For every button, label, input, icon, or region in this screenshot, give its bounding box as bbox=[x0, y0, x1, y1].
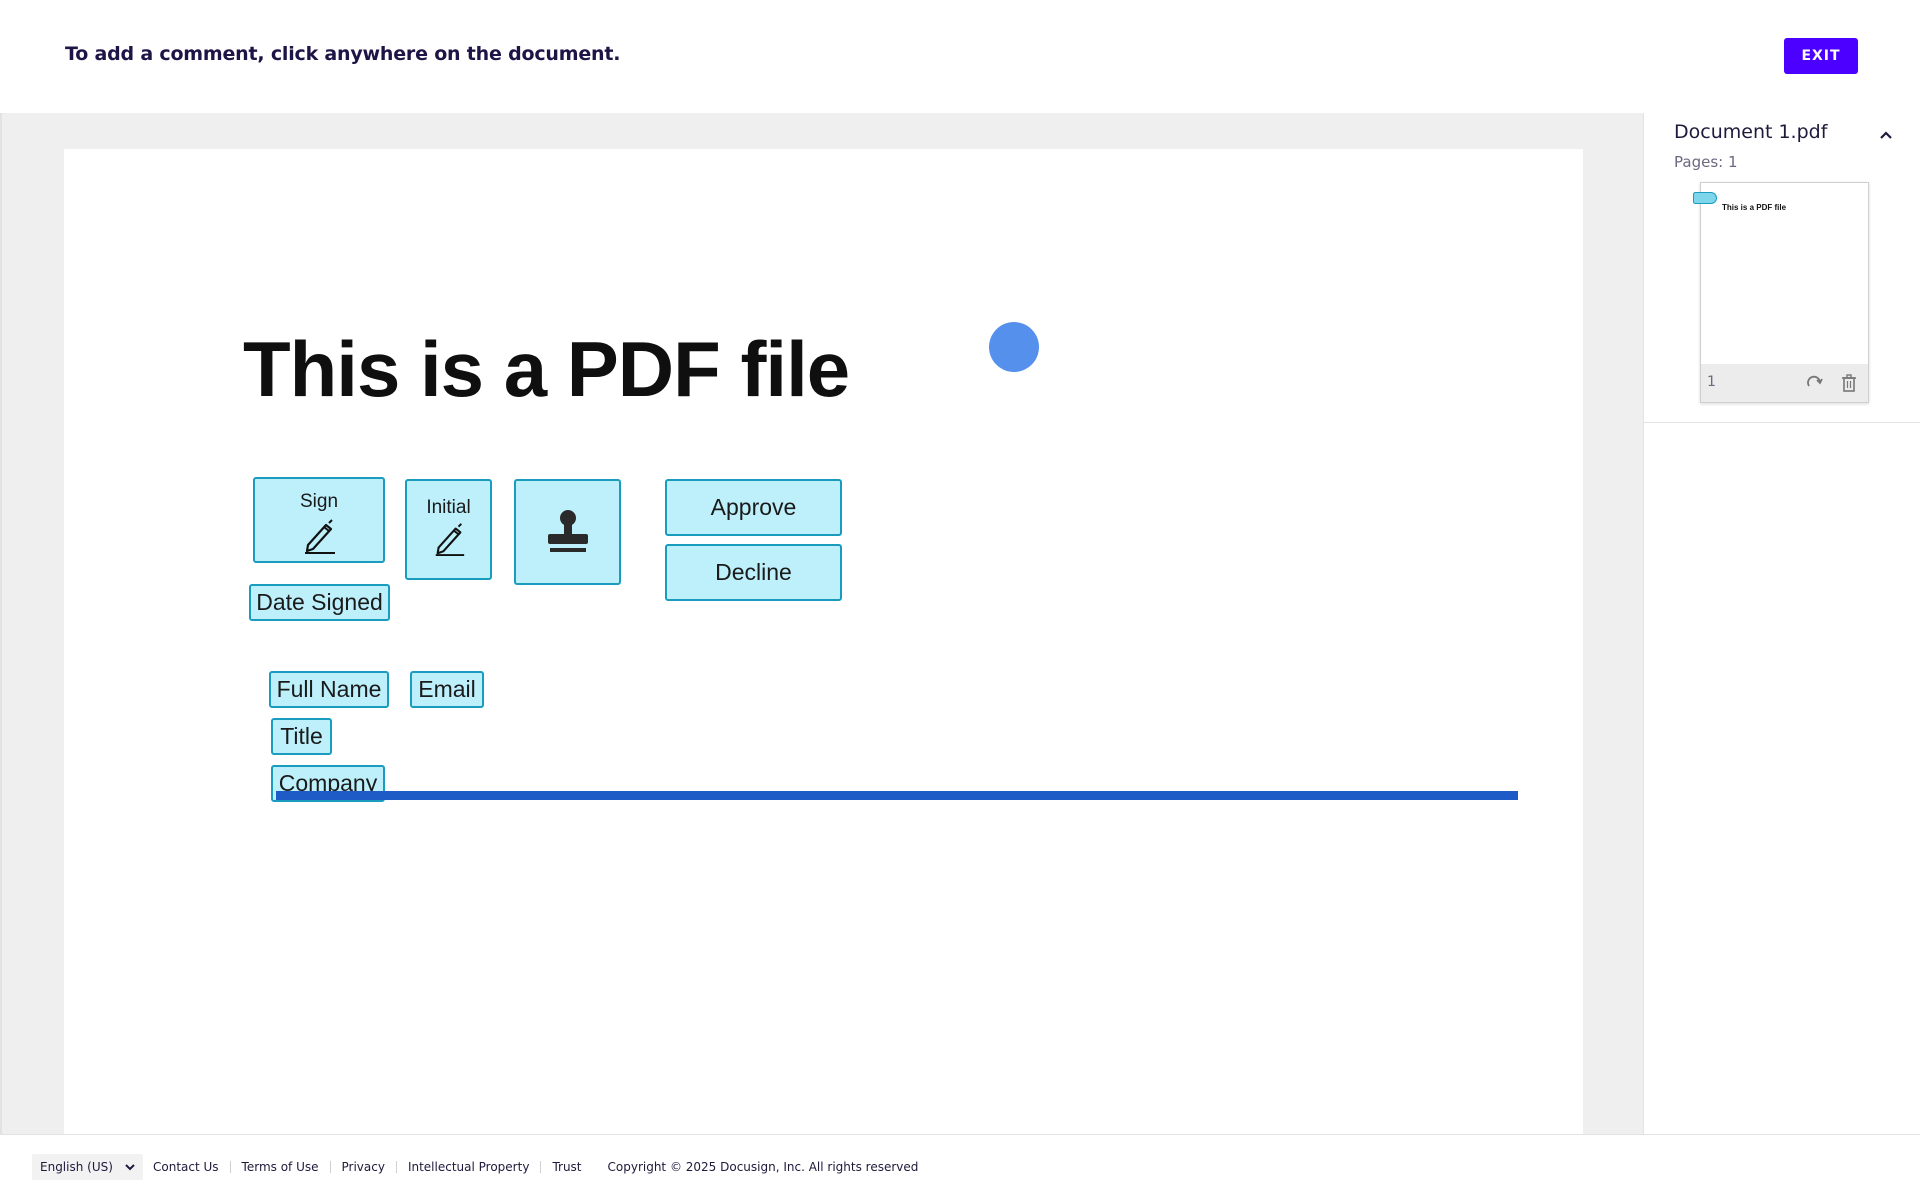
pen-icon bbox=[299, 517, 339, 555]
footer: English (US) Contact Us Terms of Use Pri… bbox=[0, 1134, 1920, 1200]
full-name-label: Full Name bbox=[276, 676, 382, 702]
exit-button[interactable]: EXIT bbox=[1784, 38, 1858, 74]
top-bar: To add a comment, click anywhere on the … bbox=[0, 0, 1920, 113]
document-side-panel: Document 1.pdf Pages: 1 This is a PDF fi… bbox=[1643, 113, 1920, 1134]
decline-field[interactable]: Decline bbox=[665, 544, 842, 601]
chevron-up-icon[interactable] bbox=[1876, 125, 1896, 145]
divider bbox=[540, 1161, 542, 1173]
stamp-field[interactable] bbox=[514, 479, 621, 585]
language-selector[interactable]: English (US) bbox=[32, 1154, 143, 1180]
chevron-down-icon bbox=[125, 1164, 135, 1171]
trust-link[interactable]: Trust bbox=[552, 1160, 581, 1174]
panel-divider bbox=[1644, 422, 1920, 423]
approve-label: Approve bbox=[710, 494, 797, 520]
thumbnail-page-number: 1 bbox=[1707, 374, 1716, 390]
terms-of-use-link[interactable]: Terms of Use bbox=[242, 1160, 319, 1174]
title-label: Title bbox=[280, 723, 323, 749]
document-name: Document 1.pdf bbox=[1674, 121, 1828, 143]
divider bbox=[395, 1161, 397, 1173]
date-signed-field[interactable]: Date Signed bbox=[249, 584, 390, 621]
initial-field-label: Initial bbox=[426, 497, 471, 518]
initial-field[interactable]: Initial bbox=[405, 479, 492, 580]
thumbnail-footer: 1 bbox=[1701, 364, 1868, 402]
intellectual-property-link[interactable]: Intellectual Property bbox=[408, 1160, 529, 1174]
comment-cursor-dot bbox=[989, 322, 1039, 372]
privacy-link[interactable]: Privacy bbox=[342, 1160, 385, 1174]
email-label: Email bbox=[418, 676, 476, 702]
pen-icon bbox=[430, 521, 468, 557]
approve-field[interactable]: Approve bbox=[665, 479, 842, 536]
sign-field-label: Sign bbox=[299, 491, 339, 512]
document-viewer[interactable]: This is a PDF file Sign Initial Approve … bbox=[0, 113, 1643, 1134]
email-field[interactable]: Email bbox=[410, 671, 484, 708]
divider bbox=[229, 1161, 231, 1173]
divider bbox=[329, 1161, 331, 1173]
decline-label: Decline bbox=[715, 559, 792, 585]
footer-links: Contact Us Terms of Use Privacy Intellec… bbox=[153, 1160, 918, 1174]
date-signed-label: Date Signed bbox=[256, 589, 383, 615]
sign-field[interactable]: Sign bbox=[253, 477, 385, 563]
rotate-icon[interactable] bbox=[1806, 374, 1824, 392]
title-field[interactable]: Title bbox=[271, 718, 332, 755]
page-count: Pages: 1 bbox=[1674, 153, 1738, 171]
contact-us-link[interactable]: Contact Us bbox=[153, 1160, 219, 1174]
pdf-heading: This is a PDF file bbox=[243, 325, 850, 413]
document-page[interactable]: This is a PDF file Sign Initial Approve … bbox=[64, 149, 1583, 1134]
page-thumbnail[interactable]: This is a PDF file 1 bbox=[1693, 182, 1869, 403]
horizontal-rule bbox=[276, 791, 1518, 800]
field-marker-icon bbox=[1693, 192, 1717, 204]
comment-instruction: To add a comment, click anywhere on the … bbox=[65, 43, 621, 65]
language-label: English (US) bbox=[40, 1160, 113, 1174]
stamp-icon bbox=[544, 508, 592, 556]
trash-icon[interactable] bbox=[1841, 374, 1857, 392]
full-name-field[interactable]: Full Name bbox=[269, 671, 389, 708]
thumbnail-title: This is a PDF file bbox=[1722, 203, 1787, 212]
copyright: Copyright © 2025 Docusign, Inc. All righ… bbox=[607, 1160, 919, 1174]
